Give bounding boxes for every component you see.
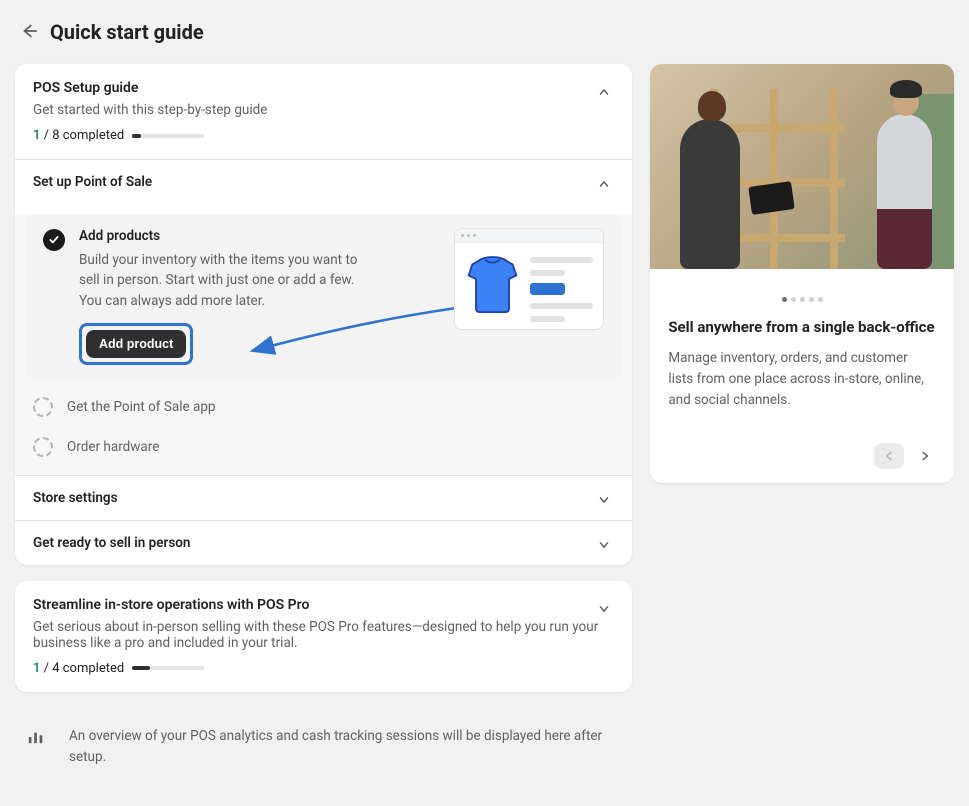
analytics-placeholder: An overview of your POS analytics and ca… — [15, 708, 632, 786]
task-add-products: Add products Build your inventory with t… — [25, 214, 622, 379]
product-illustration — [454, 228, 604, 330]
sidebar-image — [650, 64, 954, 269]
guide1-progress: 1 / 8 completed — [33, 128, 614, 143]
task-description: Build your inventory with the items you … — [79, 250, 379, 311]
expand-section3-button[interactable] — [590, 531, 618, 559]
collapse-guide1-button[interactable] — [590, 78, 618, 106]
analytics-text: An overview of your POS analytics and ca… — [69, 726, 620, 768]
section-setup-pos[interactable]: Set up Point of Sale — [15, 160, 632, 204]
section-ready-to-sell[interactable]: Get ready to sell in person — [15, 521, 632, 565]
sidebar-promo-card: Sell anywhere from a single back-office … — [650, 64, 954, 483]
sidebar-description: Manage inventory, orders, and customer l… — [668, 348, 936, 411]
incomplete-circle-icon — [33, 397, 53, 417]
annotation-highlight: Add product — [79, 323, 193, 365]
pos-setup-guide-card: POS Setup guide Get started with this st… — [15, 64, 632, 565]
add-product-button[interactable]: Add product — [86, 330, 186, 358]
guide2-progress: 1 / 4 completed — [33, 661, 614, 676]
task-title: Add products — [79, 228, 440, 244]
expand-guide2-button[interactable] — [590, 595, 618, 623]
guide1-title: POS Setup guide — [33, 80, 614, 96]
sidebar-title: Sell anywhere from a single back-office — [668, 318, 936, 336]
back-arrow-icon[interactable] — [20, 22, 40, 42]
carousel-next-button[interactable] — [910, 443, 940, 469]
task-order-hardware[interactable]: Order hardware — [15, 427, 632, 475]
expand-section2-button[interactable] — [590, 486, 618, 514]
guide2-title: Streamline in-store operations with POS … — [33, 597, 614, 613]
guide1-subtitle: Get started with this step-by-step guide — [33, 102, 614, 118]
incomplete-circle-icon — [33, 437, 53, 457]
task-get-pos-app[interactable]: Get the Point of Sale app — [15, 387, 632, 427]
section-store-settings[interactable]: Store settings — [15, 476, 632, 521]
annotation-arrow-icon — [244, 303, 484, 363]
carousel-dots — [668, 287, 936, 306]
carousel-prev-button — [874, 443, 904, 469]
pos-pro-guide-card: Streamline in-store operations with POS … — [15, 581, 632, 692]
checkmark-icon — [43, 229, 65, 251]
page-title: Quick start guide — [50, 20, 204, 44]
guide2-subtitle: Get serious about in-person selling with… — [33, 619, 614, 651]
tshirt-icon — [465, 253, 520, 318]
analytics-icon — [27, 728, 45, 750]
collapse-section1-button[interactable] — [590, 170, 618, 198]
